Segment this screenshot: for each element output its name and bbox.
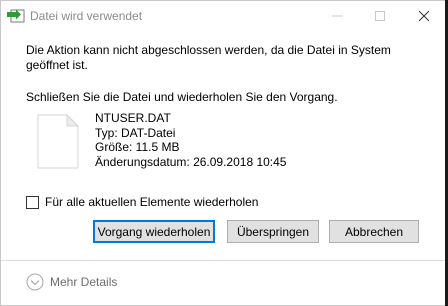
file-details: NTUSER.DAT Typ: DAT-Datei Größe: 11.5 MB… (95, 111, 286, 169)
apply-to-all-label[interactable]: Für alle aktuellen Elemente wiederholen (45, 195, 258, 209)
close-icon (419, 11, 429, 21)
file-move-icon (7, 9, 25, 23)
close-button[interactable] (401, 1, 447, 31)
title-bar[interactable]: Datei wird verwendet (1, 1, 448, 31)
document-icon (37, 114, 79, 169)
skip-button[interactable]: Überspringen (227, 220, 319, 243)
chevron-down-circle-icon[interactable] (26, 273, 44, 291)
more-details-label[interactable]: Mehr Details (50, 275, 117, 289)
maximize-icon (375, 11, 385, 21)
divider (1, 260, 448, 261)
file-in-use-dialog: Datei wird verwendet Die Aktion kann nic… (0, 0, 448, 306)
file-name: NTUSER.DAT (95, 111, 171, 125)
file-type: Typ: DAT-Datei (95, 125, 176, 140)
error-message: Die Aktion kann nicht abgeschlossen werd… (26, 43, 391, 72)
maximize-button[interactable] (357, 1, 403, 31)
apply-to-all-option[interactable]: Für alle aktuellen Elemente wiederholen (26, 195, 258, 209)
cancel-button[interactable]: Abbrechen (329, 220, 419, 243)
window-title: Datei wird verwendet (30, 9, 143, 23)
minimize-icon (332, 15, 342, 17)
retry-button[interactable]: Vorgang wiederholen (93, 220, 215, 243)
apply-to-all-checkbox[interactable] (26, 195, 39, 209)
instruction-message: Schließen Sie die Datei und wiederholen … (26, 90, 338, 104)
more-details-toggle[interactable]: Mehr Details (26, 273, 117, 291)
minimize-button[interactable] (314, 1, 360, 31)
file-modified-date: Änderungsdatum: 26.09.2018 10:45 (95, 154, 287, 169)
file-size: Größe: 11.5 MB (95, 140, 180, 154)
